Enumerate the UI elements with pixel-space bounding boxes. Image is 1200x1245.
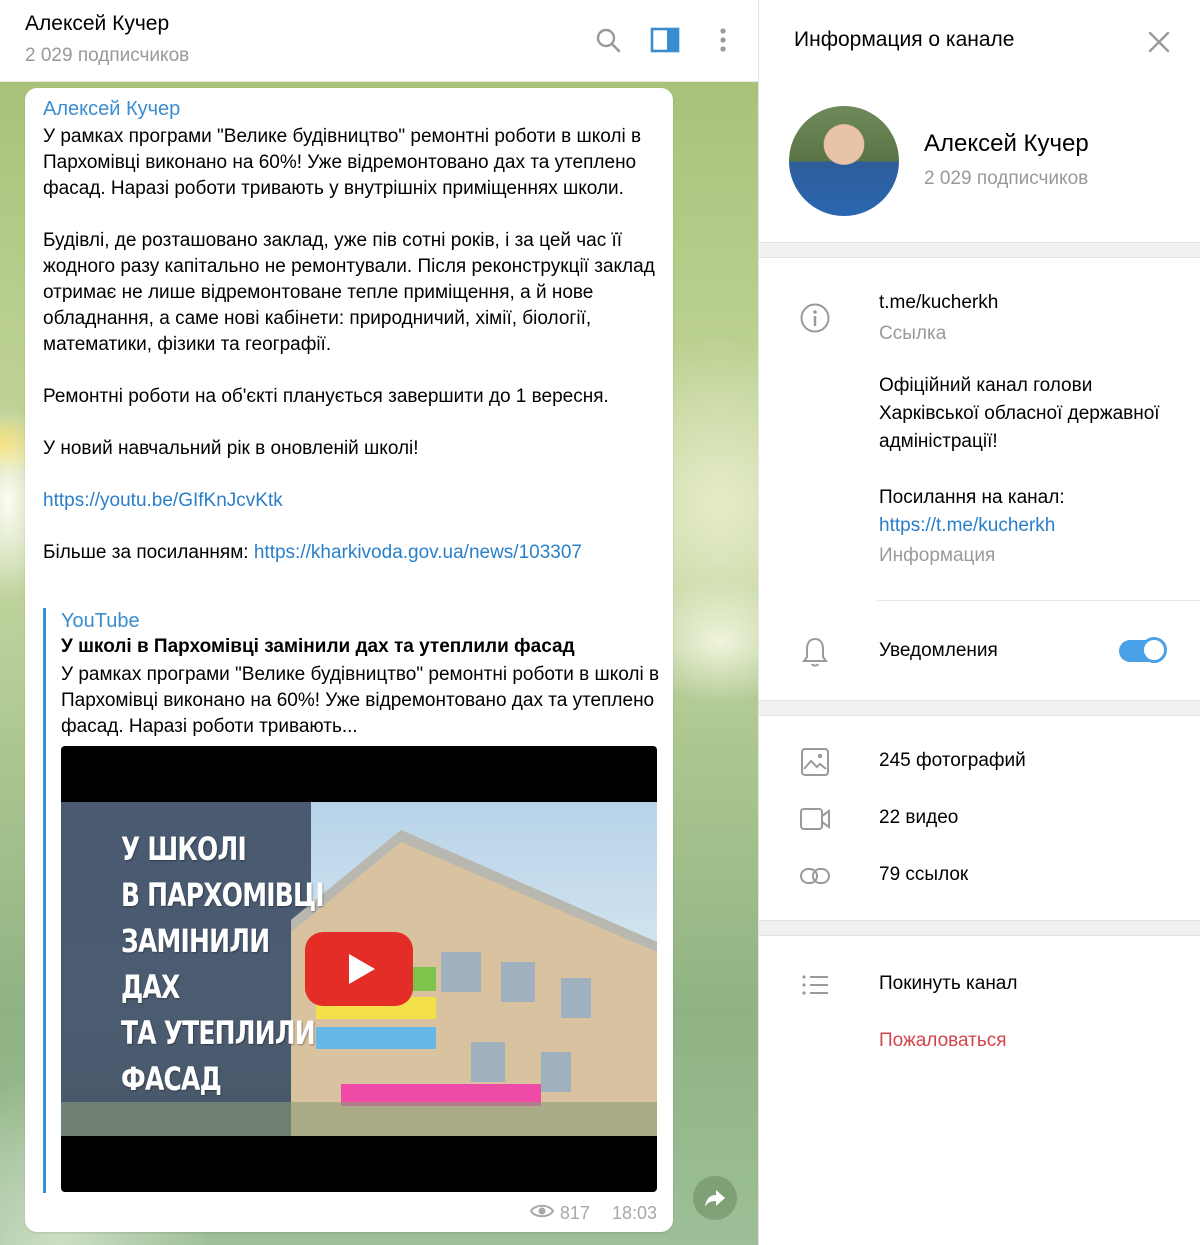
link-preview[interactable]: YouTube У школі в Пархомівці замінили да… [43, 608, 659, 1193]
chat-panel: Алексей Кучер 2 029 подписчиков Алексей … [0, 0, 758, 1245]
more-link-prefix: Більше за посиланням: [43, 542, 254, 563]
info-panel-title: Информация о канале [794, 28, 1015, 51]
channel-description: Офіційний канал голови Харківської облас… [879, 372, 1179, 570]
message-bubble[interactable]: Алексей Кучер У рамках програми "Велике … [25, 88, 673, 1232]
message-text: У рамках програми "Велике будівництво" р… [43, 124, 663, 566]
photo-icon [799, 746, 831, 778]
message-meta: 817 18:03 [529, 1203, 657, 1224]
share-icon[interactable] [693, 1176, 737, 1220]
channel-name: Алексей Кучер [924, 130, 1089, 157]
description-label: Информация [879, 545, 996, 566]
news-link[interactable]: https://kharkivoda.gov.ua/news/103307 [254, 542, 582, 563]
message-paragraph: Будівлі, де розташовано заклад, уже пів … [43, 230, 655, 355]
channel-info-panel: Информация о канале Алексей Кучер 2 029 … [758, 0, 1200, 1245]
message-time: 18:03 [611, 1203, 657, 1223]
photos-count[interactable]: 245 фотографий [879, 750, 1026, 772]
section-divider [759, 920, 1200, 936]
chat-header: Алексей Кучер 2 029 подписчиков [0, 0, 758, 82]
channel-subscribers: 2 029 подписчиков [924, 168, 1089, 189]
channel-link[interactable]: https://t.me/kucherkh [879, 512, 1179, 540]
preview-site-name: YouTube [61, 610, 140, 632]
message-paragraph: Ремонтні роботи на об'єкті планується за… [43, 386, 609, 407]
videos-count[interactable]: 22 видео [879, 807, 958, 829]
link-icon [799, 860, 831, 892]
thumbnail-image: У ШКОЛІ В ПАРХОМІВЦІ ЗАМІНИЛИ ДАХ ТА УТЕ… [61, 802, 657, 1136]
video-thumbnail[interactable]: У ШКОЛІ В ПАРХОМІВЦІ ЗАМІНИЛИ ДАХ ТА УТЕ… [61, 746, 657, 1192]
leave-channel-button[interactable]: Покинуть канал [879, 973, 1017, 995]
username-label: Ссылка [879, 323, 947, 344]
thumbnail-caption: У ШКОЛІ В ПАРХОМІВЦІ ЗАМІНИЛИ ДАХ ТА УТЕ… [121, 830, 325, 1098]
report-button[interactable]: Пожаловаться [879, 1030, 1007, 1052]
chat-title[interactable]: Алексей Кучер [25, 12, 169, 36]
notifications-label: Уведомления [879, 640, 998, 661]
more-vertical-icon[interactable] [705, 22, 741, 58]
sidebar-toggle-icon[interactable] [647, 22, 683, 58]
info-icon [799, 302, 831, 334]
message-paragraph: У новий навчальний рік в оновленій школі… [43, 438, 419, 459]
message-author[interactable]: Алексей Кучер [43, 98, 180, 121]
close-icon[interactable] [1139, 22, 1179, 62]
username-link[interactable]: t.me/kucherkh [879, 292, 998, 314]
section-divider [759, 700, 1200, 716]
play-icon[interactable] [305, 932, 413, 1006]
youtube-link[interactable]: https://youtu.be/GIfKnJcvKtk [43, 490, 283, 511]
divider-line [877, 600, 1200, 601]
search-icon[interactable] [590, 22, 626, 58]
message-paragraph: У рамках програми "Велике будівництво" р… [43, 126, 642, 199]
links-count[interactable]: 79 ссылок [879, 864, 968, 886]
preview-title: У школі в Пархомівці замінили дах та уте… [61, 636, 575, 657]
avatar[interactable] [789, 106, 899, 216]
notifications-toggle[interactable] [1119, 636, 1167, 664]
video-icon [799, 803, 831, 835]
view-count: 817 [559, 1203, 590, 1223]
preview-description: У рамках програми "Велике будівництво" р… [61, 664, 660, 737]
section-divider [759, 242, 1200, 258]
bell-icon [799, 636, 831, 668]
eye-icon [529, 1203, 555, 1224]
chat-subscriber-count: 2 029 подписчиков [25, 45, 190, 66]
list-icon [799, 969, 831, 1001]
